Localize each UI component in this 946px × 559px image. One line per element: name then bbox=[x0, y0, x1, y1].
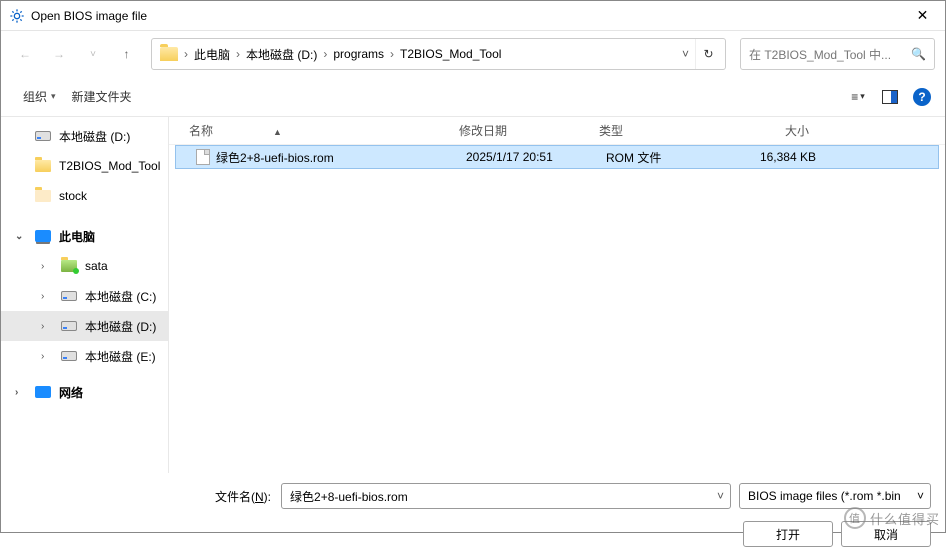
column-date[interactable]: 修改日期 bbox=[459, 122, 599, 139]
chevron-down-icon[interactable]: ˅ bbox=[717, 489, 724, 503]
breadcrumb-item[interactable]: T2BIOS_Mod_Tool bbox=[396, 47, 505, 61]
sidebar-drive-item[interactable]: ›sata bbox=[1, 251, 168, 281]
filename-label: 文件名(N): bbox=[15, 488, 273, 505]
chevron-right-icon: › bbox=[388, 47, 396, 61]
sidebar: 本地磁盘 (D:) T2BIOS_Mod_Tool stock ⌄此电脑 ›sa… bbox=[1, 117, 169, 473]
sidebar-drive-item[interactable]: ›本地磁盘 (D:) bbox=[1, 311, 168, 341]
sidebar-quick-item[interactable]: T2BIOS_Mod_Tool bbox=[1, 151, 168, 181]
search-input[interactable]: 在 T2BIOS_Mod_Tool 中... 🔍 bbox=[740, 38, 935, 70]
disk-icon bbox=[61, 321, 77, 331]
address-dropdown[interactable]: ˅ bbox=[676, 47, 695, 61]
column-size[interactable]: 大小 bbox=[719, 122, 819, 139]
gear-icon bbox=[9, 8, 25, 24]
chevron-right-icon: › bbox=[182, 47, 190, 61]
chevron-right-icon: › bbox=[41, 261, 53, 272]
close-button[interactable]: ✕ bbox=[900, 1, 945, 31]
disk-icon bbox=[35, 131, 51, 141]
view-options-button[interactable]: ≡ ▾ bbox=[849, 88, 867, 106]
column-type[interactable]: 类型 bbox=[599, 122, 719, 139]
sidebar-quick-item[interactable]: 本地磁盘 (D:) bbox=[1, 121, 168, 151]
folder-icon bbox=[160, 47, 178, 61]
back-button[interactable]: ← bbox=[11, 40, 39, 68]
help-button[interactable]: ? bbox=[913, 88, 931, 106]
filename-input[interactable]: 绿色2+8-uefi-bios.rom˅ bbox=[281, 483, 731, 509]
sidebar-quick-item[interactable]: stock bbox=[1, 181, 168, 211]
cancel-button[interactable]: 取消 bbox=[841, 521, 931, 547]
up-button[interactable]: ↑ bbox=[113, 40, 141, 68]
window-title: Open BIOS image file bbox=[31, 9, 900, 23]
sidebar-this-pc[interactable]: ⌄此电脑 bbox=[1, 221, 168, 251]
organize-menu[interactable]: 组织▾ bbox=[15, 84, 64, 109]
new-folder-button[interactable]: 新建文件夹 bbox=[64, 84, 140, 109]
chevron-right-icon: › bbox=[234, 47, 242, 61]
file-type-filter[interactable]: BIOS image files (*.rom *.bin˅ bbox=[739, 483, 931, 509]
pc-icon bbox=[35, 230, 51, 242]
chevron-right-icon: › bbox=[41, 291, 53, 302]
disk-icon bbox=[61, 351, 77, 361]
file-row[interactable]: 绿色2+8-uefi-bios.rom 2025/1/17 20:51 ROM … bbox=[175, 145, 939, 169]
file-list: 名称▲ 修改日期 类型 大小 绿色2+8-uefi-bios.rom 2025/… bbox=[169, 117, 945, 473]
sidebar-drive-item[interactable]: ›本地磁盘 (C:) bbox=[1, 281, 168, 311]
disk-icon bbox=[61, 291, 77, 301]
breadcrumb-item[interactable]: 本地磁盘 (D:) bbox=[242, 46, 321, 63]
chevron-down-icon: ˅ bbox=[917, 489, 924, 503]
search-icon: 🔍 bbox=[911, 47, 926, 61]
refresh-button[interactable]: ↻ bbox=[695, 39, 721, 69]
breadcrumb-item[interactable]: 此电脑 bbox=[190, 46, 234, 63]
chevron-down-icon: ⌄ bbox=[15, 231, 27, 242]
preview-pane-button[interactable] bbox=[881, 88, 899, 106]
chevron-right-icon: › bbox=[15, 387, 27, 398]
file-icon bbox=[196, 149, 210, 165]
folder-icon bbox=[61, 260, 77, 272]
sidebar-drive-item[interactable]: ›本地磁盘 (E:) bbox=[1, 341, 168, 371]
folder-icon bbox=[35, 190, 51, 202]
search-placeholder: 在 T2BIOS_Mod_Tool 中... bbox=[749, 46, 911, 63]
recent-dropdown[interactable]: ˅ bbox=[79, 40, 107, 68]
breadcrumb-item[interactable]: programs bbox=[329, 47, 388, 61]
chevron-right-icon: › bbox=[41, 321, 53, 332]
column-headers: 名称▲ 修改日期 类型 大小 bbox=[169, 117, 945, 145]
chevron-right-icon: › bbox=[41, 351, 53, 362]
column-name[interactable]: 名称▲ bbox=[189, 122, 459, 139]
sidebar-network[interactable]: ›网络 bbox=[1, 377, 168, 407]
address-bar[interactable]: › 此电脑 › 本地磁盘 (D:) › programs › T2BIOS_Mo… bbox=[151, 38, 726, 70]
network-icon bbox=[35, 386, 51, 398]
sort-indicator-icon: ▲ bbox=[273, 127, 282, 137]
folder-icon bbox=[35, 160, 51, 172]
chevron-right-icon: › bbox=[321, 47, 329, 61]
forward-button[interactable]: → bbox=[45, 40, 73, 68]
open-button[interactable]: 打开 bbox=[743, 521, 833, 547]
